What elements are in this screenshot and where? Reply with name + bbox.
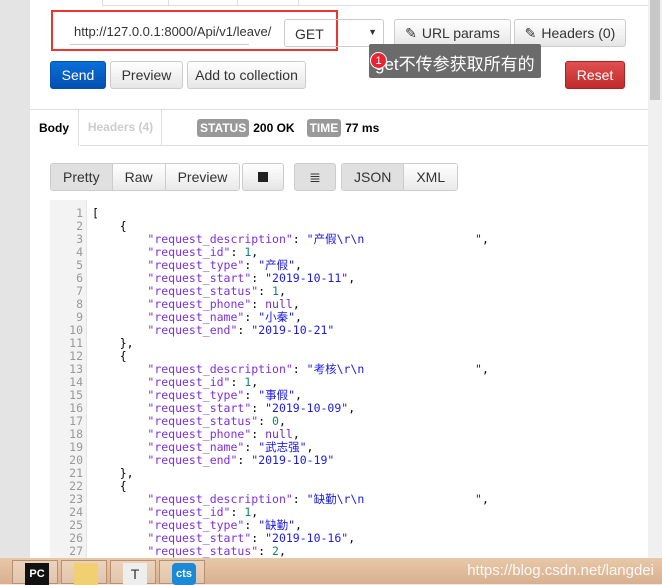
taskbar-cts[interactable]: cts <box>159 560 205 585</box>
wrap-button[interactable]: ≣ <box>294 163 336 191</box>
fullscreen-button[interactable] <box>242 163 284 191</box>
annotation-badge: 1 <box>370 52 387 69</box>
pretty-button[interactable]: Pretty <box>51 164 113 190</box>
pycharm-icon: PC <box>25 563 49 585</box>
scrollbar[interactable] <box>648 0 662 558</box>
taskbar-pycharm[interactable]: PC <box>12 560 58 585</box>
json-button[interactable]: JSON <box>342 164 405 190</box>
status-label: STATUS <box>197 118 250 137</box>
url-input[interactable]: http://127.0.0.1:8000/Api/v1/leave/ <box>70 19 271 45</box>
url-params-label: URL params <box>421 25 500 41</box>
left-sidebar-strip <box>0 0 30 558</box>
add-to-collection-button[interactable]: Add to collection <box>187 61 306 89</box>
taskbar-file-explorer[interactable] <box>61 560 107 585</box>
edit-icon: ✎ <box>524 24 537 41</box>
top-tabs <box>102 0 648 6</box>
folder-icon <box>74 563 98 585</box>
tab-headers[interactable]: Headers (4) <box>80 109 162 146</box>
fullscreen-icon <box>258 172 268 182</box>
scrollbar-thumb[interactable] <box>650 0 660 100</box>
url-params-button[interactable]: ✎ URL params <box>394 19 511 47</box>
send-button[interactable]: Send <box>50 61 106 89</box>
edit-icon: ✎ <box>405 24 417 41</box>
wrap-icon: ≣ <box>309 168 321 185</box>
response-editor[interactable]: 1[2 {3 "request_description": "产假\r\n ",… <box>50 200 648 558</box>
method-value: GET <box>295 26 324 42</box>
headers-button[interactable]: ✎ Headers (0) <box>514 19 626 47</box>
time-value: 77 ms <box>345 120 380 135</box>
xml-button[interactable]: XML <box>404 164 458 190</box>
dropdown-arrow-icon: ▼ <box>368 27 377 37</box>
raw-button[interactable]: Raw <box>112 164 166 190</box>
postman-panel: http://127.0.0.1:8000/Api/v1/leave/ GET ▼… <box>30 0 648 558</box>
taskbar-typora[interactable]: T <box>110 560 156 585</box>
view-mode-group: Pretty Raw Preview <box>50 163 241 191</box>
status-value: 200 OK <box>253 120 295 135</box>
taskbar: PC T cts https://blog.csdn.net/langdei <box>0 558 662 585</box>
line-number: 27 <box>69 544 83 558</box>
preview-button[interactable]: Preview <box>110 61 183 89</box>
preview-view-button[interactable]: Preview <box>165 164 240 190</box>
response-meta: STATUS 200 OK TIME 77 ms <box>197 109 379 146</box>
format-group: JSON XML <box>341 163 459 191</box>
cts-icon: cts <box>172 563 196 585</box>
annotation-tooltip: get不传参获取所有的 <box>369 44 541 78</box>
code-line: "request_status": 2, <box>147 544 286 558</box>
method-select[interactable]: GET ▼ <box>284 19 384 47</box>
watermark: https://blog.csdn.net/langdei <box>467 562 654 579</box>
reset-button[interactable]: Reset <box>565 61 625 89</box>
typora-icon: T <box>123 563 147 585</box>
tab-body[interactable]: Body <box>30 109 79 146</box>
time-label: TIME <box>306 118 342 137</box>
headers-label: Headers (0) <box>541 25 616 41</box>
